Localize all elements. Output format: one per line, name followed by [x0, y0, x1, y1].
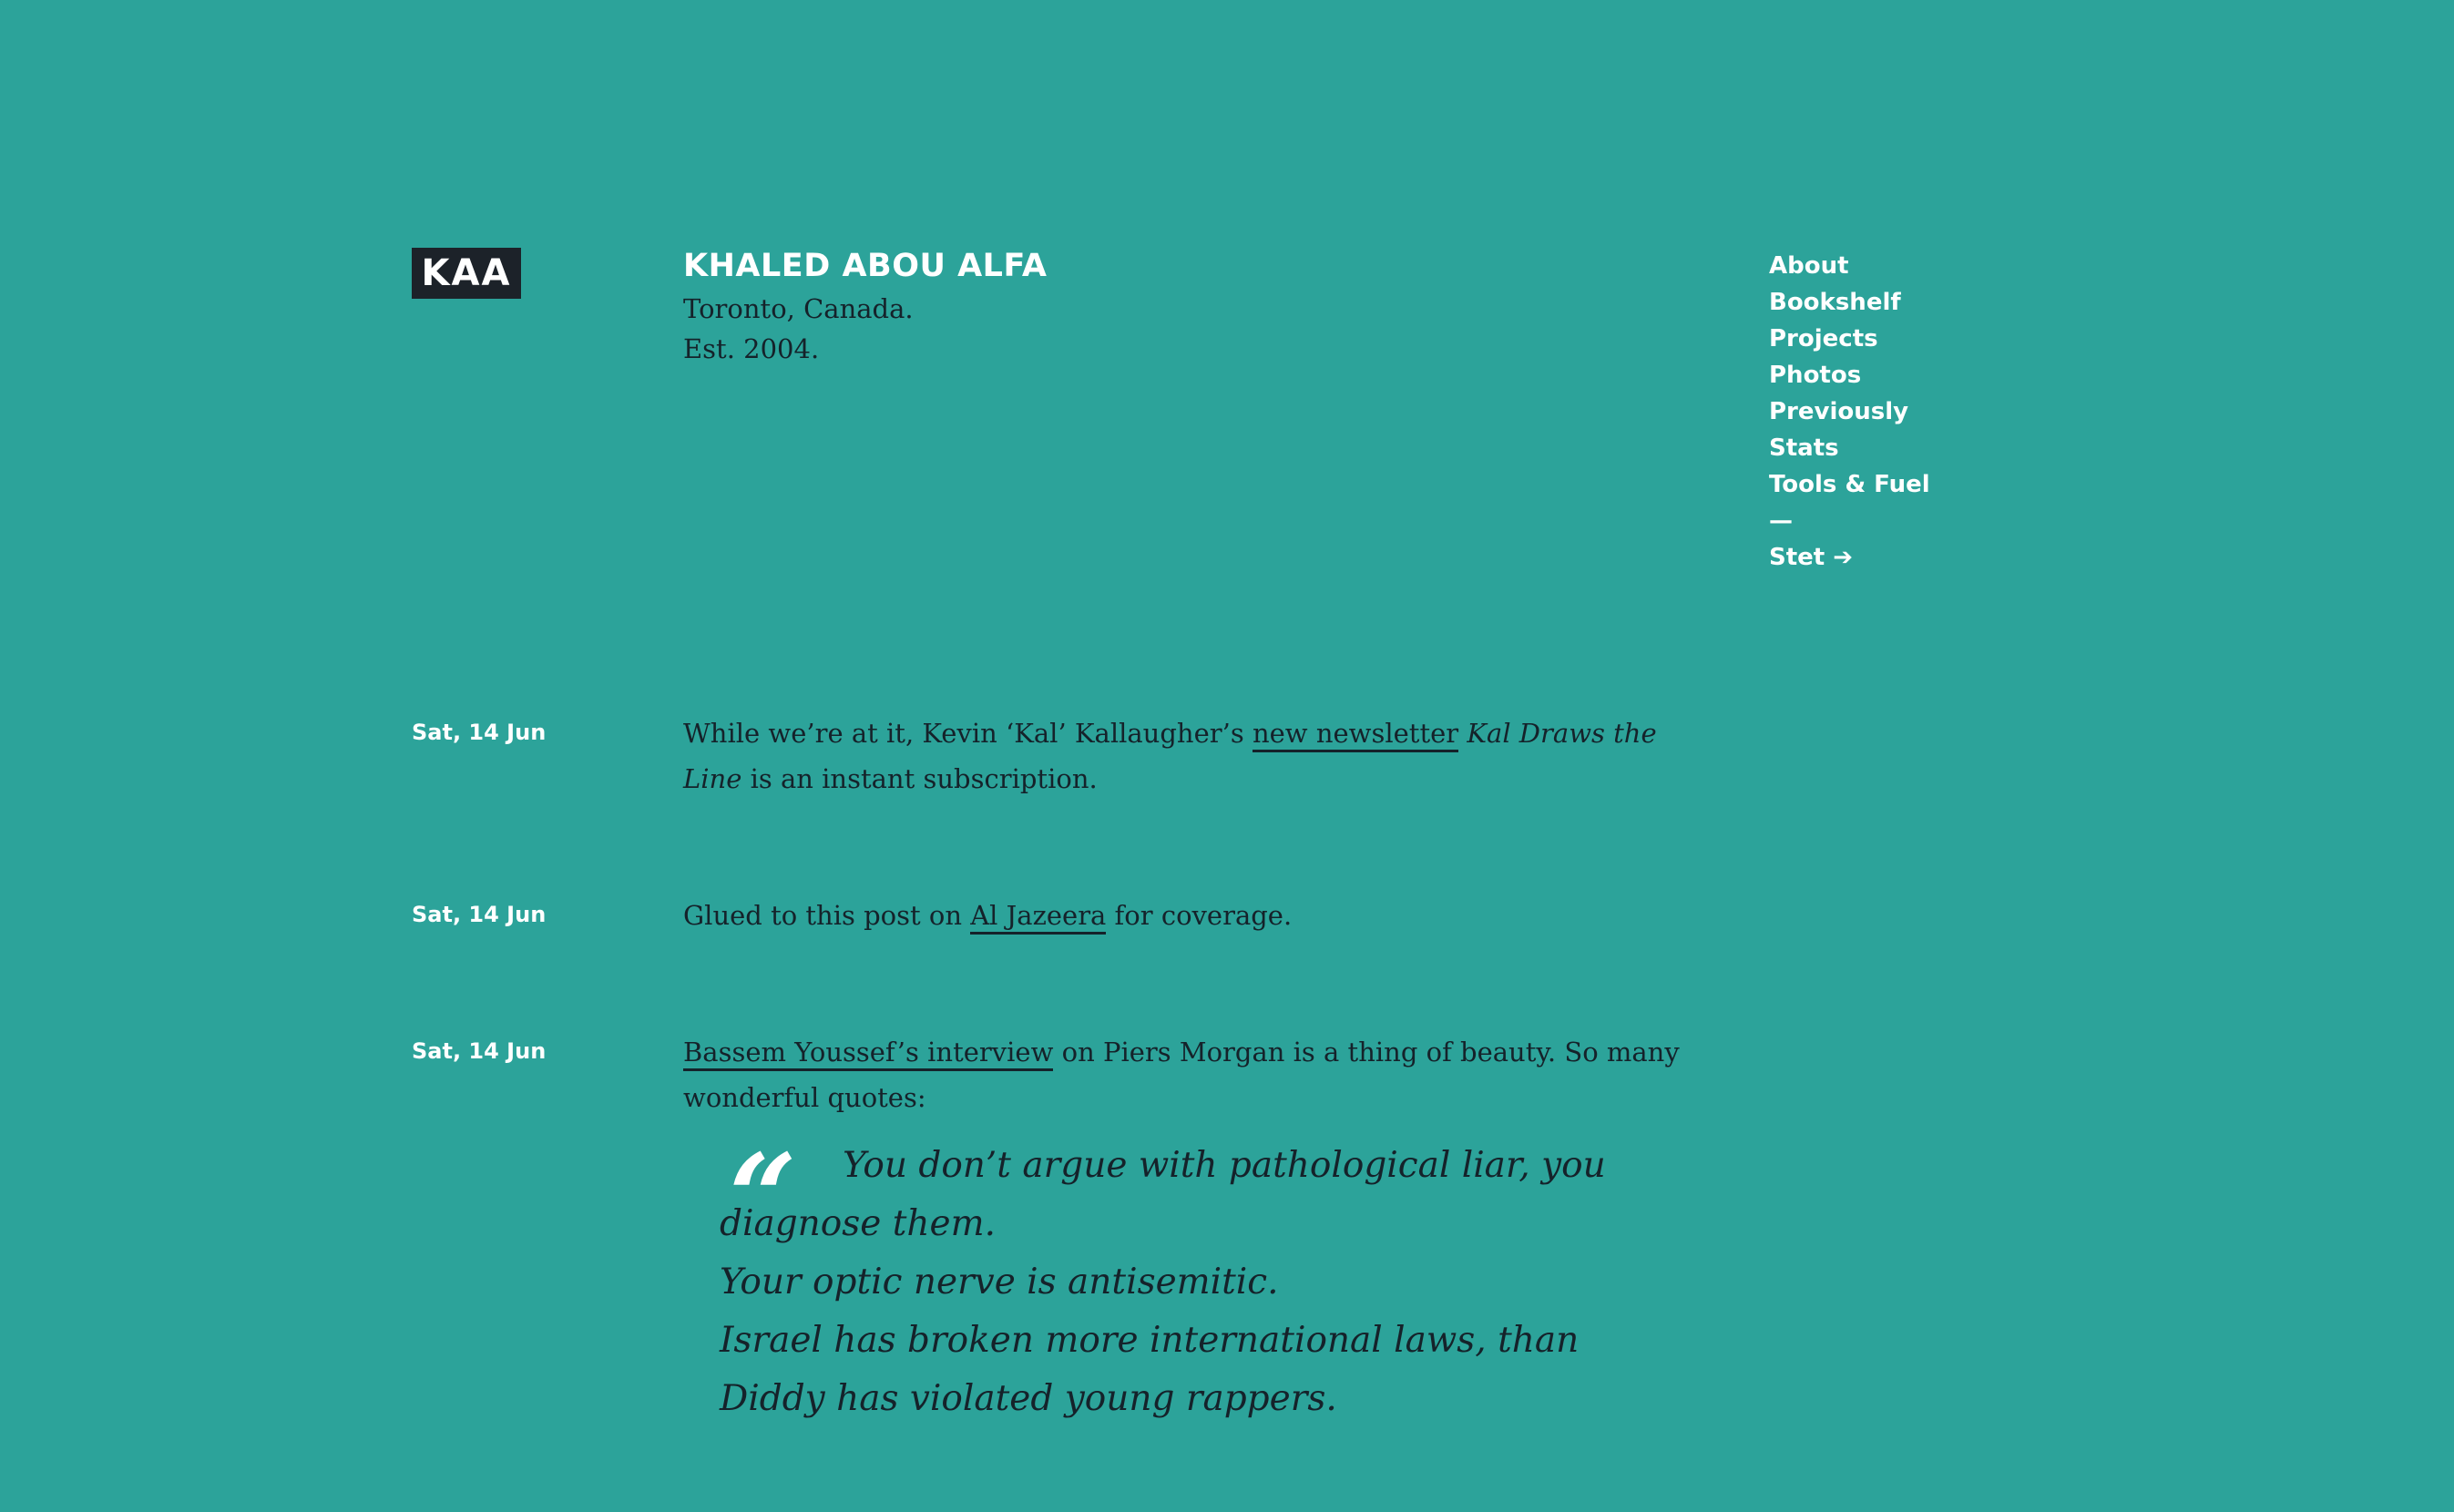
- nav-item-about[interactable]: About: [1769, 248, 1930, 284]
- post-body: While we’re at it, Kevin ‘Kal’ Kallaughe…: [683, 710, 1694, 802]
- quote-line: Israel has broken more international law…: [720, 1320, 1580, 1419]
- nav-item-tools-fuel[interactable]: Tools & Fuel: [1769, 466, 1930, 503]
- nav-item-stats[interactable]: Stats: [1769, 430, 1930, 466]
- interview-link[interactable]: Bassem Youssef’s interview: [683, 1037, 1054, 1071]
- main-nav: About Bookshelf Projects Photos Previous…: [1769, 248, 1930, 576]
- quote-line: Your optic nerve is antisemitic.: [720, 1262, 1279, 1303]
- site-established: Est. 2004.: [683, 333, 820, 364]
- post-text: Bassem Youssef’s interview on Piers Morg…: [683, 1029, 1694, 1120]
- al-jazeera-link[interactable]: Al Jazeera: [970, 900, 1107, 935]
- nav-item-previously[interactable]: Previously: [1769, 393, 1930, 430]
- post-date[interactable]: Sat, 14 Jun: [412, 720, 546, 745]
- nav-separator: —: [1769, 507, 1793, 535]
- post-text: Glued to this post on Al Jazeera for cov…: [683, 893, 1694, 938]
- nav-item-photos[interactable]: Photos: [1769, 357, 1930, 393]
- post-text-after: is an instant subscription.: [741, 763, 1098, 794]
- newsletter-link[interactable]: new newsletter: [1252, 718, 1459, 752]
- post-text-after: for coverage.: [1106, 900, 1293, 931]
- post-text-before: Glued to this post on: [683, 900, 971, 931]
- nav-item-projects[interactable]: Projects: [1769, 321, 1930, 357]
- post-body: Bassem Youssef’s interview on Piers Morg…: [683, 1029, 1694, 1120]
- site-location: Toronto, Canada.: [683, 293, 914, 324]
- post-date[interactable]: Sat, 14 Jun: [412, 1038, 546, 1064]
- quote-line: You don’t argue with pathological liar, …: [720, 1145, 1606, 1244]
- nav-item-stet[interactable]: Stet ➔: [1769, 539, 1930, 576]
- blockquote: You don’t argue with pathological liar, …: [720, 1137, 1667, 1428]
- site-title[interactable]: KHALED ABOU ALFA: [683, 248, 1047, 284]
- site-logo[interactable]: KAA: [412, 248, 521, 299]
- post-text-before: While we’re at it, Kevin ‘Kal’ Kallaughe…: [683, 718, 1253, 749]
- post-body: Glued to this post on Al Jazeera for cov…: [683, 893, 1694, 938]
- post-text: While we’re at it, Kevin ‘Kal’ Kallaughe…: [683, 710, 1694, 802]
- post-date[interactable]: Sat, 14 Jun: [412, 902, 546, 927]
- nav-item-bookshelf[interactable]: Bookshelf: [1769, 284, 1930, 321]
